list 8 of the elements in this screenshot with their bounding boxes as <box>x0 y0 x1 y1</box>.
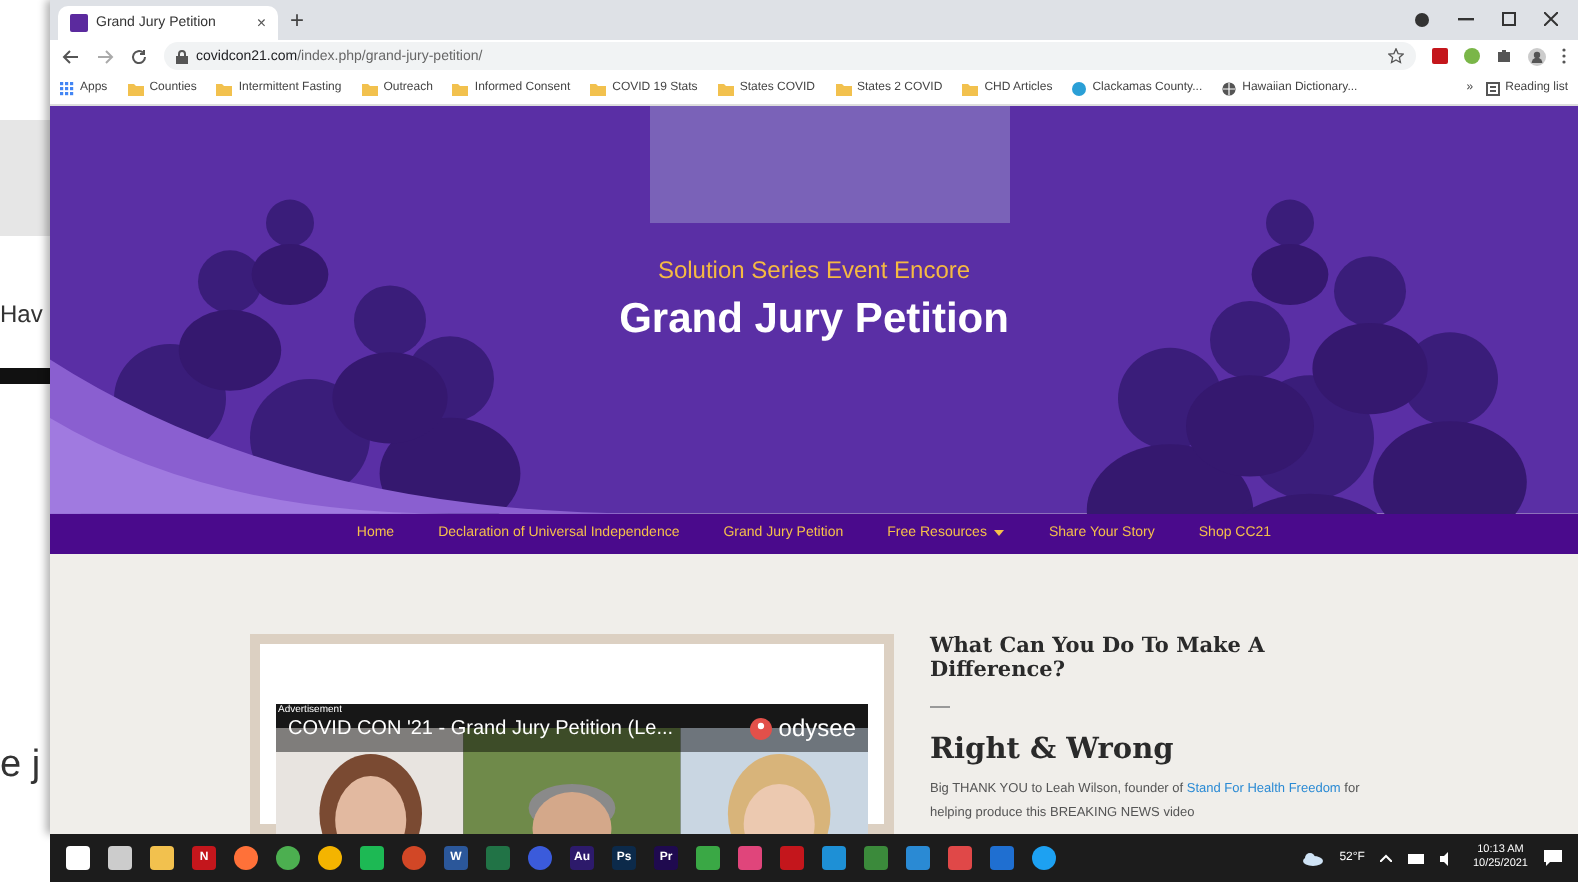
close-tab-button[interactable]: × <box>256 13 266 31</box>
window-text: e j <box>0 744 41 788</box>
window-text: Hav <box>0 300 43 328</box>
section-heading: Right & Wrong <box>930 732 1176 767</box>
new-tab-button[interactable]: + <box>290 5 305 34</box>
hero-title: Grand Jury Petition <box>619 295 1009 344</box>
hero-subtitle: Solution Series Event Encore <box>657 255 971 284</box>
section-question: What Can You Do To Make A Difference? <box>930 634 1267 683</box>
